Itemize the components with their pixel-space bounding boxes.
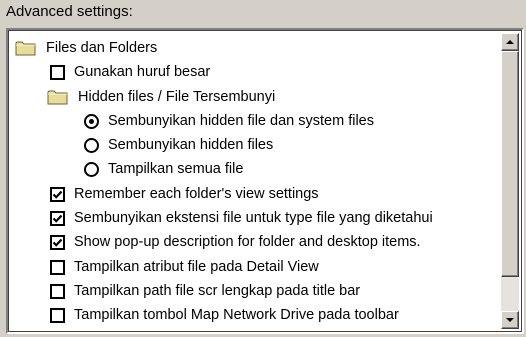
tree-checkbox-item[interactable]: Tampilkan tombol Map Network Drive pada … (50, 303, 399, 327)
tree-item-label: Sembunyikan hidden files (108, 137, 274, 153)
tree-item-label: Hidden files / File Tersembunyi (78, 89, 276, 105)
tree-item-label: Tampilkan tombol Map Network Drive pada … (74, 307, 399, 323)
checkbox-unchecked[interactable] (50, 283, 65, 299)
tree-checkbox-item[interactable]: Remember each folder's view settings (50, 182, 319, 206)
tree-item-label: Files dan Folders (46, 40, 158, 56)
tree-folder-item[interactable]: Hidden files / File Tersembunyi (47, 85, 275, 109)
radio-button-selected[interactable] (84, 113, 99, 129)
checkbox-checked[interactable] (50, 234, 65, 250)
tree-radio-item[interactable]: Sembunyikan hidden file dan system files (84, 109, 374, 133)
tree-checkbox-item[interactable]: Gunakan huruf besar (50, 60, 210, 84)
tree-item-label: Tampilkan semua file (108, 161, 244, 177)
radio-button[interactable] (84, 161, 99, 177)
checkbox-unchecked[interactable] (50, 259, 65, 275)
tree-item-label: Gunakan huruf besar (74, 64, 211, 80)
tree-folder-item[interactable]: Files dan Folders (15, 36, 157, 60)
tree-checkbox-item[interactable]: Show pop-up description for folder and d… (50, 230, 421, 254)
tree-item-label: Show pop-up description for folder and d… (74, 234, 421, 250)
checkbox-checked[interactable] (50, 186, 65, 202)
radio-button[interactable] (84, 137, 99, 153)
vertical-scrollbar[interactable] (501, 33, 519, 329)
scroll-up-button[interactable] (501, 33, 519, 51)
settings-tree: Files dan Folders Gunakan huruf besar Hidd… (11, 33, 500, 329)
checkbox-unchecked[interactable] (50, 307, 65, 323)
scroll-down-button[interactable] (501, 311, 519, 329)
advanced-settings-label: Advanced settings: (6, 3, 133, 20)
scroll-down-arrow-icon (506, 318, 514, 322)
tree-item-label: Tampilkan atribut file pada Detail View (74, 259, 319, 275)
tree-radio-item[interactable]: Tampilkan semua file (84, 157, 243, 181)
tree-item-label: Remember each folder's view settings (74, 186, 319, 202)
tree-item-label: Tampilkan path file scr lengkap pada tit… (74, 283, 361, 299)
scroll-up-arrow-icon (506, 40, 514, 44)
checkbox-unchecked[interactable] (50, 64, 65, 80)
folder-icon (47, 89, 69, 105)
advanced-settings-panel: Advanced settings: Files dan Folders Guna… (0, 0, 526, 337)
advanced-settings-list[interactable]: Files dan Folders Gunakan huruf besar Hidd… (6, 28, 524, 334)
tree-checkbox-item[interactable]: Tampilkan path file scr lengkap pada tit… (50, 279, 360, 303)
tree-item-label: Sembunyikan ekstensi file untuk type fil… (74, 210, 433, 226)
checkbox-checked[interactable] (50, 210, 65, 226)
folder-icon (15, 40, 37, 56)
tree-checkbox-item[interactable]: Tampilkan atribut file pada Detail View (50, 255, 319, 279)
tree-item-label: Sembunyikan hidden file dan system files (108, 113, 374, 129)
scrollbar-thumb[interactable] (501, 51, 519, 277)
tree-radio-item[interactable]: Sembunyikan hidden files (84, 133, 273, 157)
radio-dot (89, 118, 94, 124)
tree-checkbox-item[interactable]: Sembunyikan ekstensi file untuk type fil… (50, 206, 433, 230)
